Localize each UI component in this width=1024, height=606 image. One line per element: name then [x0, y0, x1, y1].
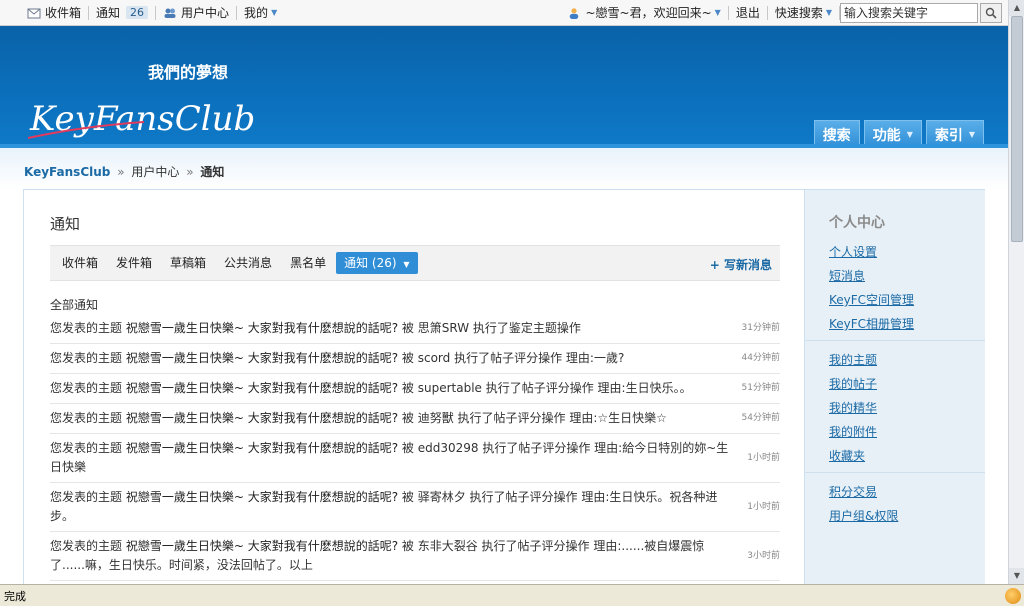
notice-item: 您发表的主题 祝戀雪一歲生日快樂~ 大家對我有什麽想說的話呢? 被 supert… — [50, 374, 780, 404]
breadcrumb-sep: » — [186, 165, 194, 179]
quick-search-menu[interactable]: 快速搜索 ▼ — [768, 5, 840, 20]
mine-label: 我的 — [244, 6, 269, 20]
user-center-link[interactable]: 用户中心 — [156, 5, 238, 20]
notice-time: 44分钟前 — [741, 353, 780, 363]
sidebar-group-account: 积分交易 用户组&权限 — [829, 480, 898, 528]
breadcrumb-sep: » — [117, 165, 125, 179]
sidebar-group-content: 我的主题 我的帖子 我的精华 我的附件 收藏夹 — [829, 348, 877, 468]
sidebar-item-my-attachments[interactable]: 我的附件 — [829, 420, 877, 444]
tab-public[interactable]: 公共消息 — [216, 252, 280, 274]
sidebar-divider — [805, 340, 985, 341]
sidebar-item-my-threads[interactable]: 我的主题 — [829, 348, 877, 372]
greeting-menu[interactable]: ~戀雪~君，欢迎回来~ ▼ — [560, 5, 729, 20]
chevron-down-icon: ▼ — [271, 8, 278, 17]
message-tabs: 收件箱 发件箱 草稿箱 公共消息 黑名单 通知 (26) ▼ + 写新消息 — [50, 245, 780, 281]
sidebar-item-album-manage[interactable]: KeyFC相册管理 — [829, 312, 914, 336]
notice-subject-link[interactable]: 祝戀雪一歲生日快樂~ 大家對我有什麽想說的話呢? — [126, 351, 398, 365]
search-icon — [985, 7, 997, 19]
notice-item: 您发表的主题 祝戀雪一歲生日快樂~ 大家對我有什麽想說的話呢? 被 scord … — [50, 344, 780, 374]
sidebar-item-my-digest[interactable]: 我的精华 — [829, 396, 877, 420]
search-input[interactable] — [840, 2, 978, 23]
notice-time: 54分钟前 — [741, 413, 780, 423]
notice-time: 51分钟前 — [741, 383, 780, 393]
notice-subject-link[interactable]: 祝戀雪一歲生日快樂~ 大家對我有什麽想說的話呢? — [126, 539, 398, 553]
tab-inbox[interactable]: 收件箱 — [54, 252, 106, 274]
logo-cn-text: 我們的夢想 — [148, 63, 228, 82]
browser-status-bar: 完成 — [0, 584, 1024, 606]
scroll-thumb[interactable] — [1011, 16, 1023, 242]
section-title: 全部通知 — [50, 298, 99, 312]
user-avatar-icon — [570, 7, 579, 19]
notice-item: 您发表的主题 祝戀雪一歲生日快樂~ 大家對我有什麽想說的話呢? 被 驿寄林夕 执… — [50, 483, 780, 532]
notice-item: 您发表的主题 祝戀雪一歲生日快樂~ 大家對我有什麽想說的話呢? 被 思箫SRW … — [50, 314, 780, 344]
notice-item: 您发表的主题 祝戀雪一歲生日快樂~ 大家對我有什麽想說的話呢? 被 edd302… — [50, 434, 780, 483]
header-banner: 我們的夢想 KeyFansClub 搜索 功能 ▼ 索引 ▼ — [0, 26, 1008, 148]
notify-label: 通知 — [96, 6, 121, 20]
mail-icon — [27, 8, 41, 18]
notify-count-badge: 26 — [126, 6, 149, 19]
site-logo[interactable]: 我們的夢想 KeyFansClub — [24, 56, 264, 148]
notice-time: 31分钟前 — [741, 323, 780, 333]
notice-list: 您发表的主题 祝戀雪一歲生日快樂~ 大家對我有什麽想說的話呢? 被 思箫SRW … — [50, 314, 780, 581]
sidebar-title: 个人中心 — [829, 215, 885, 231]
sidebar-item-my-posts[interactable]: 我的帖子 — [829, 372, 877, 396]
chevron-down-icon: ▼ — [825, 8, 832, 17]
main-panel: 通知 收件箱 发件箱 草稿箱 公共消息 黑名单 通知 (26) ▼ + 写新消息… — [24, 190, 804, 590]
tab-blacklist[interactable]: 黑名单 — [282, 252, 334, 274]
chevron-down-icon: ▼ — [906, 130, 913, 139]
sidebar-item-usergroup[interactable]: 用户组&权限 — [829, 504, 898, 528]
tab-drafts[interactable]: 草稿箱 — [162, 252, 214, 274]
status-text: 完成 — [4, 589, 26, 603]
notify-link[interactable]: 通知 26 — [89, 5, 157, 20]
breadcrumb-user-center[interactable]: 用户中心 — [131, 165, 179, 179]
user-center-label: 用户中心 — [181, 6, 230, 20]
sidebar-item-messages[interactable]: 短消息 — [829, 264, 914, 288]
page-title: 通知 — [50, 215, 81, 233]
sidebar-item-favorites[interactable]: 收藏夹 — [829, 444, 877, 468]
sidebar-item-space-manage[interactable]: KeyFC空间管理 — [829, 288, 914, 312]
breadcrumb-current: 通知 — [200, 165, 225, 179]
notice-subject-link[interactable]: 祝戀雪一歲生日快樂~ 大家對我有什麽想說的話呢? — [126, 490, 398, 504]
logout-label: 退出 — [735, 6, 760, 20]
chevron-down-icon: ▼ — [968, 130, 975, 139]
compose-button[interactable]: + 写新消息 — [710, 256, 772, 273]
notice-subject-link[interactable]: 祝戀雪一歲生日快樂~ 大家對我有什麽想說的話呢? — [126, 321, 398, 335]
chevron-down-icon: ▼ — [714, 8, 721, 17]
scroll-up-arrow-icon[interactable]: ▲ — [1009, 0, 1024, 16]
notice-subject-link[interactable]: 祝戀雪一歲生日快樂~ 大家對我有什麽想說的話呢? — [126, 411, 398, 425]
chevron-down-icon: ▼ — [403, 260, 410, 269]
top-bar: 收件箱 通知 26 用户中心 我的 ▼ ~戀雪~君，欢迎回来~ ▼ 退出 快速搜… — [0, 0, 1008, 26]
sidebar-divider — [805, 472, 985, 473]
search-button[interactable] — [980, 2, 1002, 23]
scroll-down-arrow-icon[interactable]: ▼ — [1009, 568, 1024, 584]
mine-menu[interactable]: 我的 ▼ — [237, 6, 284, 20]
users-icon — [164, 8, 176, 18]
logout-link[interactable]: 退出 — [729, 5, 768, 20]
logo-en-text: KeyFansClub — [29, 99, 255, 139]
sidebar-item-profile-settings[interactable]: 个人设置 — [829, 240, 914, 264]
breadcrumb-home[interactable]: KeyFansClub — [24, 165, 110, 179]
notice-item: 您发表的主题 祝戀雪一歲生日快樂~ 大家對我有什麽想說的話呢? 被 迪努獸 执行… — [50, 404, 780, 434]
sidebar: 个人中心 个人设置 短消息 KeyFC空间管理 KeyFC相册管理 我的主题 我… — [804, 190, 985, 590]
greeting-text: ~戀雪~君，欢迎回来~ — [585, 6, 712, 20]
browser-status-icon — [1005, 588, 1021, 604]
tab-notify[interactable]: 通知 (26) ▼ — [336, 252, 418, 274]
sidebar-item-credits[interactable]: 积分交易 — [829, 480, 898, 504]
breadcrumb: KeyFansClub » 用户中心 » 通知 — [24, 163, 224, 180]
notice-item: 您发表的主题 祝戀雪一歲生日快樂~ 大家對我有什麽想說的話呢? 被 东非大裂谷 … — [50, 532, 780, 581]
vertical-scrollbar[interactable]: ▲ ▼ — [1008, 0, 1024, 584]
content-container: 通知 收件箱 发件箱 草稿箱 公共消息 黑名单 通知 (26) ▼ + 写新消息… — [23, 189, 985, 590]
notice-time: 3小时前 — [747, 550, 780, 561]
notice-subject-link[interactable]: 祝戀雪一歲生日快樂~ 大家對我有什麽想說的話呢? — [126, 441, 398, 455]
sidebar-group-settings: 个人设置 短消息 KeyFC空间管理 KeyFC相册管理 — [829, 240, 914, 336]
notice-time: 1小时前 — [747, 501, 780, 512]
inbox-link[interactable]: 收件箱 — [20, 5, 90, 20]
notice-subject-link[interactable]: 祝戀雪一歲生日快樂~ 大家對我有什麽想說的話呢? — [126, 381, 398, 395]
notice-time: 1小时前 — [747, 452, 780, 463]
quick-search-label: 快速搜索 — [774, 6, 823, 20]
inbox-label: 收件箱 — [45, 6, 82, 20]
tab-outbox[interactable]: 发件箱 — [108, 252, 160, 274]
